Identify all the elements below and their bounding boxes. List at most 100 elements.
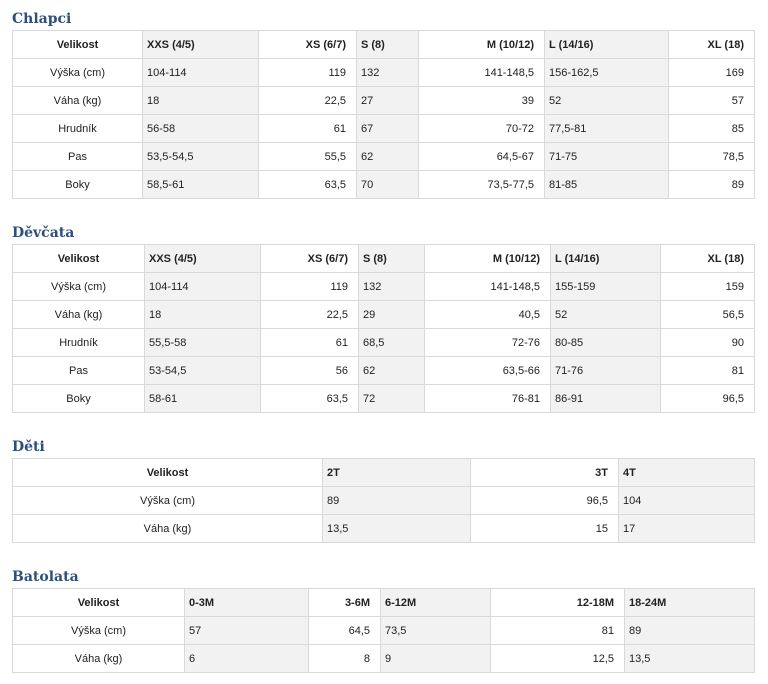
table-cell: 71-75 <box>544 142 669 171</box>
table-cell: 8 <box>308 644 381 673</box>
header-cell: XXS (4/5) <box>142 30 259 59</box>
row-label: Váha (kg) <box>12 300 145 329</box>
table-cell: 141-148,5 <box>424 272 551 301</box>
table-row: Hrudník 56-58 61 67 70-72 77,5-81 85 <box>12 114 755 143</box>
row-label: Výška (cm) <box>12 272 145 301</box>
table-cell: 86-91 <box>550 384 661 413</box>
table-cell: 61 <box>260 328 359 357</box>
header-cell: 2T <box>322 458 471 487</box>
header-cell-size: Velikost <box>12 588 185 617</box>
table-cell: 85 <box>668 114 755 143</box>
header-cell: 6-12M <box>380 588 491 617</box>
table-cell: 89 <box>624 616 755 645</box>
table-row: Výška (cm) 89 96,5 104 <box>12 486 755 515</box>
header-cell: M (10/12) <box>424 244 551 273</box>
table-cell: 58,5-61 <box>142 170 259 199</box>
table-cell: 17 <box>618 514 755 543</box>
table-header-row: Velikost XXS (4/5) XS (6/7) S (8) M (10/… <box>12 244 755 273</box>
row-label: Výška (cm) <box>12 616 185 645</box>
table-cell: 62 <box>356 142 419 171</box>
row-label: Váha (kg) <box>12 644 185 673</box>
row-label: Výška (cm) <box>12 58 143 87</box>
table-row: Váha (kg) 6 8 9 12,5 13,5 <box>12 644 755 673</box>
table-row: Boky 58-61 63,5 72 76-81 86-91 96,5 <box>12 384 755 413</box>
header-cell: S (8) <box>356 30 419 59</box>
table-cell: 62 <box>358 356 425 385</box>
table-cell: 80-85 <box>550 328 661 357</box>
table-cell: 13,5 <box>624 644 755 673</box>
table-cell: 22,5 <box>258 86 357 115</box>
size-table-divcata: Velikost XXS (4/5) XS (6/7) S (8) M (10/… <box>12 244 755 413</box>
section-title-chlapci: Chlapci <box>12 11 72 27</box>
table-cell: 73,5-77,5 <box>418 170 545 199</box>
table-cell: 155-159 <box>550 272 661 301</box>
header-cell: 0-3M <box>184 588 309 617</box>
table-cell: 132 <box>356 58 419 87</box>
table-header-row: Velikost XXS (4/5) XS (6/7) S (8) M (10/… <box>12 30 755 59</box>
table-cell: 56,5 <box>660 300 755 329</box>
row-label: Boky <box>12 170 143 199</box>
table-row: Boky 58,5-61 63,5 70 73,5-77,5 81-85 89 <box>12 170 755 199</box>
table-cell: 73,5 <box>380 616 491 645</box>
table-cell: 15 <box>470 514 619 543</box>
header-cell: 3-6M <box>308 588 381 617</box>
table-cell: 58-61 <box>144 384 261 413</box>
table-cell: 56 <box>260 356 359 385</box>
table-cell: 81 <box>660 356 755 385</box>
row-label: Výška (cm) <box>12 486 323 515</box>
table-cell: 40,5 <box>424 300 551 329</box>
table-cell: 39 <box>418 86 545 115</box>
table-cell: 89 <box>668 170 755 199</box>
table-cell: 55,5 <box>258 142 357 171</box>
table-cell: 57 <box>668 86 755 115</box>
table-cell: 68,5 <box>358 328 425 357</box>
table-cell: 104 <box>618 486 755 515</box>
table-cell: 27 <box>356 86 419 115</box>
header-cell-size: Velikost <box>12 244 145 273</box>
table-cell: 96,5 <box>660 384 755 413</box>
section-deti: Děti Velikost 2T 3T 4T Výška (cm) 89 96,… <box>12 438 755 543</box>
table-cell: 169 <box>668 58 755 87</box>
table-cell: 77,5-81 <box>544 114 669 143</box>
table-cell: 6 <box>184 644 309 673</box>
table-cell: 55,5-58 <box>144 328 261 357</box>
table-row: Pas 53,5-54,5 55,5 62 64,5-67 71-75 78,5 <box>12 142 755 171</box>
table-row: Pas 53-54,5 56 62 63,5-66 71-76 81 <box>12 356 755 385</box>
size-table-deti: Velikost 2T 3T 4T Výška (cm) 89 96,5 104… <box>12 458 755 543</box>
size-table-chlapci: Velikost XXS (4/5) XS (6/7) S (8) M (10/… <box>12 30 755 199</box>
section-title-divcata: Děvčata <box>12 225 75 241</box>
table-row: Výška (cm) 104-114 119 132 141-148,5 156… <box>12 58 755 87</box>
table-cell: 141-148,5 <box>418 58 545 87</box>
header-cell: 4T <box>618 458 755 487</box>
table-row: Váha (kg) 13,5 15 17 <box>12 514 755 543</box>
header-cell: XL (18) <box>668 30 755 59</box>
table-cell: 63,5 <box>258 170 357 199</box>
table-cell: 64,5-67 <box>418 142 545 171</box>
table-cell: 52 <box>550 300 661 329</box>
header-cell-size: Velikost <box>12 30 143 59</box>
section-batolata: Batolata Velikost 0-3M 3-6M 6-12M 12-18M… <box>12 568 755 673</box>
table-cell: 71-76 <box>550 356 661 385</box>
table-cell: 119 <box>260 272 359 301</box>
table-cell: 104-114 <box>142 58 259 87</box>
row-label: Hrudník <box>12 114 143 143</box>
header-cell: XS (6/7) <box>258 30 357 59</box>
header-cell: 18-24M <box>624 588 755 617</box>
header-cell: S (8) <box>358 244 425 273</box>
section-divcata: Děvčata Velikost XXS (4/5) XS (6/7) S (8… <box>12 224 755 413</box>
table-cell: 81-85 <box>544 170 669 199</box>
table-cell: 72-76 <box>424 328 551 357</box>
table-cell: 56-58 <box>142 114 259 143</box>
table-cell: 29 <box>358 300 425 329</box>
row-label: Váha (kg) <box>12 514 323 543</box>
table-cell: 70 <box>356 170 419 199</box>
table-cell: 12,5 <box>490 644 625 673</box>
header-cell: L (14/16) <box>544 30 669 59</box>
table-cell: 78,5 <box>668 142 755 171</box>
table-row: Hrudník 55,5-58 61 68,5 72-76 80-85 90 <box>12 328 755 357</box>
row-label: Boky <box>12 384 145 413</box>
table-cell: 90 <box>660 328 755 357</box>
table-cell: 64,5 <box>308 616 381 645</box>
table-cell: 63,5 <box>260 384 359 413</box>
table-row: Váha (kg) 18 22,5 27 39 52 57 <box>12 86 755 115</box>
